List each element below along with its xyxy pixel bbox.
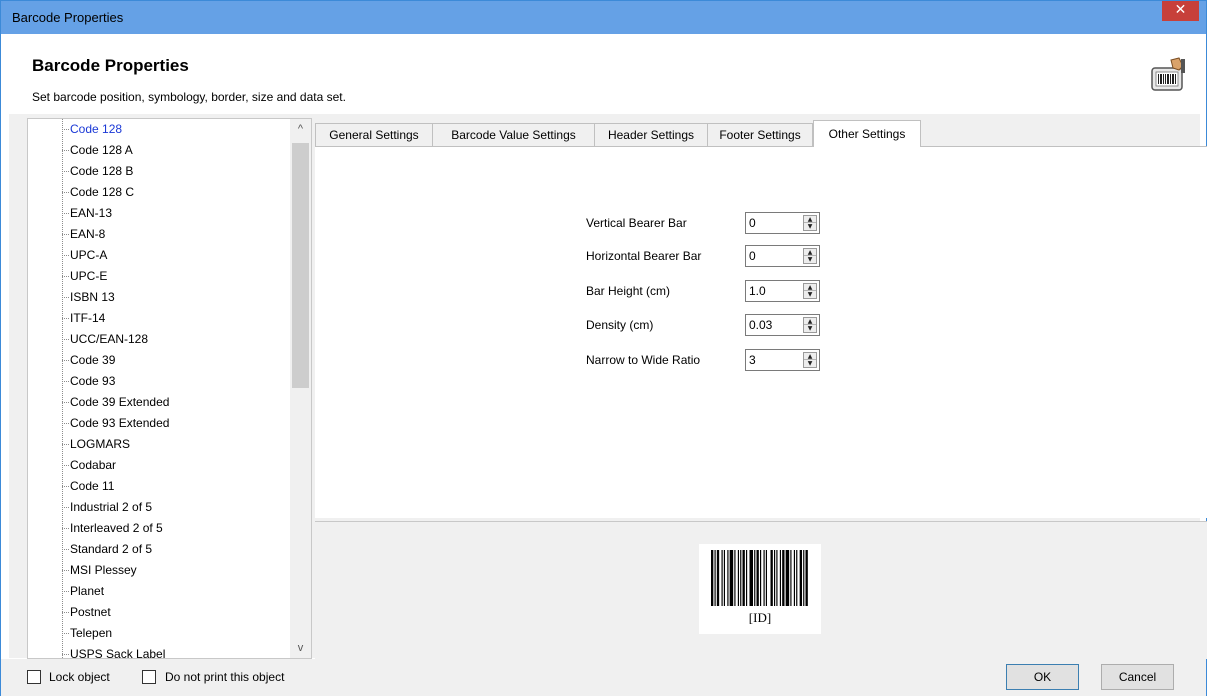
tree-item[interactable]: ITF-14 bbox=[28, 308, 290, 329]
scrollbar-thumb[interactable] bbox=[292, 143, 309, 388]
barcode-text: [ID] bbox=[748, 610, 772, 625]
barcode-properties-dialog: Barcode Properties ✕ Barcode Properties … bbox=[0, 0, 1207, 696]
barcode-scanner-icon bbox=[1151, 57, 1185, 91]
tree-item[interactable]: MSI Plessey bbox=[28, 560, 290, 581]
tab-other-settings[interactable]: Other Settings bbox=[813, 120, 921, 147]
do-not-print-label[interactable]: Do not print this object bbox=[165, 670, 284, 684]
spin-buttons[interactable]: ▲ ▼ bbox=[803, 283, 817, 299]
horizontal-bearer-bar-label: Horizontal Bearer Bar bbox=[586, 249, 702, 263]
header-subtitle: Set barcode position, symbology, border,… bbox=[32, 90, 346, 104]
tree-item[interactable]: Code 128 bbox=[28, 119, 290, 140]
spin-down-icon[interactable]: ▼ bbox=[804, 325, 816, 332]
cancel-button[interactable]: Cancel bbox=[1101, 664, 1174, 690]
tree-item[interactable]: Code 93 Extended bbox=[28, 413, 290, 434]
tree-item[interactable]: EAN-8 bbox=[28, 224, 290, 245]
spin-buttons[interactable]: ▲ ▼ bbox=[803, 248, 817, 264]
spin-up-icon[interactable]: ▲ bbox=[804, 284, 816, 291]
lock-object-label[interactable]: Lock object bbox=[49, 670, 110, 684]
spin-buttons[interactable]: ▲ ▼ bbox=[803, 215, 817, 231]
tree-item[interactable]: UPC-A bbox=[28, 245, 290, 266]
tab-header-settings[interactable]: Header Settings bbox=[594, 123, 708, 147]
spin-up-icon[interactable]: ▲ bbox=[804, 318, 816, 325]
tree-item[interactable]: Industrial 2 of 5 bbox=[28, 497, 290, 518]
window-title: Barcode Properties bbox=[12, 10, 124, 25]
lock-object-checkbox[interactable] bbox=[27, 670, 41, 684]
ok-button[interactable]: OK bbox=[1006, 664, 1079, 690]
narrow-to-wide-ratio-value[interactable]: 3 bbox=[749, 353, 756, 367]
tree-scrollbar[interactable]: ^ v bbox=[290, 119, 311, 658]
dialog-header: Barcode Properties Set barcode position,… bbox=[1, 34, 1206, 114]
tree-item[interactable]: Telepen bbox=[28, 623, 290, 644]
symbology-list: Code 128 Code 128 A Code 128 B Code 128 C EA… bbox=[28, 119, 290, 658]
tree-item[interactable]: Code 128 B bbox=[28, 161, 290, 182]
narrow-to-wide-ratio-label: Narrow to Wide Ratio bbox=[586, 353, 701, 367]
spin-buttons[interactable]: ▲ ▼ bbox=[803, 317, 817, 333]
horizontal-bearer-bar-value[interactable]: 0 bbox=[749, 249, 756, 263]
vertical-bearer-bar-value[interactable]: 0 bbox=[749, 216, 756, 230]
barcode-image bbox=[711, 550, 808, 606]
tab-barcode-value-settings[interactable]: Barcode Value Settings bbox=[432, 123, 595, 147]
barcode-preview: [ID] bbox=[699, 544, 821, 634]
tree-item[interactable]: Codabar bbox=[28, 455, 290, 476]
vertical-bearer-bar-label: Vertical Bearer Bar bbox=[586, 216, 687, 230]
tree-item[interactable]: Code 39 bbox=[28, 350, 290, 371]
tree-item[interactable]: ISBN 13 bbox=[28, 287, 290, 308]
spin-up-icon[interactable]: ▲ bbox=[804, 353, 816, 360]
tab-general-settings[interactable]: General Settings bbox=[315, 123, 433, 147]
other-settings-panel: Vertical Bearer Bar 0 ▲ ▼ Horizontal Bea… bbox=[315, 146, 1207, 518]
tree-item[interactable]: Standard 2 of 5 bbox=[28, 539, 290, 560]
spin-down-icon[interactable]: ▼ bbox=[804, 360, 816, 367]
bar-height-label: Bar Height (cm) bbox=[586, 284, 671, 298]
spin-buttons[interactable]: ▲ ▼ bbox=[803, 352, 817, 368]
barcode-preview-area: [ID] bbox=[315, 521, 1207, 659]
header-title: Barcode Properties bbox=[32, 56, 189, 75]
density-spinbox[interactable]: 0.03 ▲ ▼ bbox=[745, 314, 820, 336]
tree-item[interactable]: Interleaved 2 of 5 bbox=[28, 518, 290, 539]
tree-item[interactable]: UCC/EAN-128 bbox=[28, 329, 290, 350]
bar-height-value[interactable]: 1.0 bbox=[749, 284, 766, 298]
tab-footer-settings[interactable]: Footer Settings bbox=[707, 123, 813, 147]
narrow-to-wide-ratio-spinbox[interactable]: 3 ▲ ▼ bbox=[745, 349, 820, 371]
tree-item[interactable]: Code 39 Extended bbox=[28, 392, 290, 413]
spin-down-icon[interactable]: ▼ bbox=[804, 256, 816, 263]
bar-height-spinbox[interactable]: 1.0 ▲ ▼ bbox=[745, 280, 820, 302]
spin-up-icon[interactable]: ▲ bbox=[804, 216, 816, 223]
symbology-tree[interactable]: Code 128 Code 128 A Code 128 B Code 128 C EA… bbox=[27, 118, 312, 659]
title-bar: Barcode Properties ✕ bbox=[1, 1, 1206, 34]
density-label: Density (cm) bbox=[586, 318, 654, 332]
scroll-down-arrow[interactable]: v bbox=[290, 638, 311, 658]
spin-up-icon[interactable]: ▲ bbox=[804, 249, 816, 256]
density-value[interactable]: 0.03 bbox=[749, 318, 772, 332]
tree-item[interactable]: LOGMARS bbox=[28, 434, 290, 455]
tree-item[interactable]: Code 11 bbox=[28, 476, 290, 497]
horizontal-bearer-bar-spinbox[interactable]: 0 ▲ ▼ bbox=[745, 245, 820, 267]
tree-item[interactable]: Code 128 C bbox=[28, 182, 290, 203]
close-button[interactable]: ✕ bbox=[1162, 1, 1199, 21]
spin-down-icon[interactable]: ▼ bbox=[804, 291, 816, 298]
vertical-bearer-bar-spinbox[interactable]: 0 ▲ ▼ bbox=[745, 212, 820, 234]
tree-item[interactable]: USPS Sack Label bbox=[28, 644, 290, 658]
spin-down-icon[interactable]: ▼ bbox=[804, 223, 816, 230]
dialog-footer: Lock object Do not print this object OK … bbox=[1, 659, 1206, 696]
tree-item[interactable]: Planet bbox=[28, 581, 290, 602]
scroll-up-arrow[interactable]: ^ bbox=[290, 119, 311, 139]
tree-item[interactable]: EAN-13 bbox=[28, 203, 290, 224]
do-not-print-checkbox[interactable] bbox=[142, 670, 156, 684]
tree-item[interactable]: Postnet bbox=[28, 602, 290, 623]
tree-item[interactable]: Code 93 bbox=[28, 371, 290, 392]
tree-item[interactable]: Code 128 A bbox=[28, 140, 290, 161]
tree-item[interactable]: UPC-E bbox=[28, 266, 290, 287]
